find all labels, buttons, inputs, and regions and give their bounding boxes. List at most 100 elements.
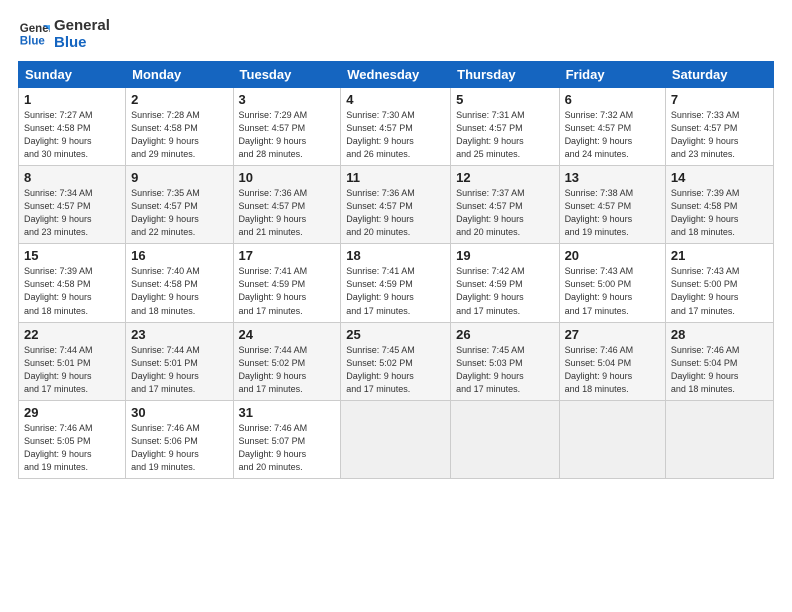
day-info: Sunrise: 7:35 AM Sunset: 4:57 PM Dayligh…: [131, 187, 227, 239]
day-info: Sunrise: 7:27 AM Sunset: 4:58 PM Dayligh…: [24, 109, 120, 161]
logo-general: General: [54, 18, 110, 35]
day-info: Sunrise: 7:31 AM Sunset: 4:57 PM Dayligh…: [456, 109, 553, 161]
day-number: 5: [456, 92, 553, 107]
calendar-cell: 15Sunrise: 7:39 AM Sunset: 4:58 PM Dayli…: [19, 244, 126, 322]
calendar-week-2: 8 Sunrise: 7:34 AM Sunset: 4:57 PM Daylig…: [19, 166, 774, 244]
calendar-cell: 29 Sunrise: 7:46 AM Sunset: 5:05 PM Dayli…: [19, 400, 126, 478]
calendar-table: SundayMondayTuesdayWednesdayThursdayFrid…: [18, 61, 774, 479]
day-number: 25: [346, 327, 445, 342]
day-number: 21: [671, 248, 768, 263]
day-number: 12: [456, 170, 553, 185]
calendar-week-4: 22 Sunrise: 7:44 AM Sunset: 5:01 PM Dayli…: [19, 322, 774, 400]
day-info: Sunrise: 7:41 AM Sunset: 4:59 PM Dayligh…: [239, 265, 336, 317]
day-info: Sunrise: 7:30 AM Sunset: 4:57 PM Dayligh…: [346, 109, 445, 161]
day-info: Sunrise: 7:43 AM Sunset: 5:00 PM Dayligh…: [565, 265, 660, 317]
calendar-cell: 24 Sunrise: 7:44 AM Sunset: 5:02 PM Dayli…: [233, 322, 341, 400]
day-info: Sunrise: 7:41 AM Sunset: 4:59 PM Dayligh…: [346, 265, 445, 317]
calendar-cell: 17Sunrise: 7:41 AM Sunset: 4:59 PM Dayli…: [233, 244, 341, 322]
calendar-cell: 31 Sunrise: 7:46 AM Sunset: 5:07 PM Dayli…: [233, 400, 341, 478]
calendar-cell: 20 Sunrise: 7:43 AM Sunset: 5:00 PM Dayli…: [559, 244, 665, 322]
calendar-cell: 23 Sunrise: 7:44 AM Sunset: 5:01 PM Dayli…: [126, 322, 233, 400]
col-header-monday: Monday: [126, 62, 233, 88]
calendar-cell: 16Sunrise: 7:40 AM Sunset: 4:58 PM Dayli…: [126, 244, 233, 322]
day-info: Sunrise: 7:37 AM Sunset: 4:57 PM Dayligh…: [456, 187, 553, 239]
day-number: 28: [671, 327, 768, 342]
day-number: 19: [456, 248, 553, 263]
calendar-cell: 3 Sunrise: 7:29 AM Sunset: 4:57 PM Daylig…: [233, 88, 341, 166]
col-header-wednesday: Wednesday: [341, 62, 451, 88]
day-info: Sunrise: 7:43 AM Sunset: 5:00 PM Dayligh…: [671, 265, 768, 317]
day-info: Sunrise: 7:46 AM Sunset: 5:04 PM Dayligh…: [565, 344, 660, 396]
calendar-cell: [341, 400, 451, 478]
calendar-cell: 10 Sunrise: 7:36 AM Sunset: 4:57 PM Dayli…: [233, 166, 341, 244]
day-number: 30: [131, 405, 227, 420]
calendar-cell: 8 Sunrise: 7:34 AM Sunset: 4:57 PM Daylig…: [19, 166, 126, 244]
day-info: Sunrise: 7:32 AM Sunset: 4:57 PM Dayligh…: [565, 109, 660, 161]
calendar-week-1: 1 Sunrise: 7:27 AM Sunset: 4:58 PM Daylig…: [19, 88, 774, 166]
calendar-cell: 13Sunrise: 7:38 AM Sunset: 4:57 PM Dayli…: [559, 166, 665, 244]
col-header-thursday: Thursday: [451, 62, 559, 88]
day-number: 4: [346, 92, 445, 107]
day-number: 10: [239, 170, 336, 185]
day-number: 11: [346, 170, 445, 185]
day-number: 2: [131, 92, 227, 107]
calendar-week-3: 15Sunrise: 7:39 AM Sunset: 4:58 PM Dayli…: [19, 244, 774, 322]
calendar-cell: 4 Sunrise: 7:30 AM Sunset: 4:57 PM Daylig…: [341, 88, 451, 166]
day-info: Sunrise: 7:28 AM Sunset: 4:58 PM Dayligh…: [131, 109, 227, 161]
day-number: 15: [24, 248, 120, 263]
calendar-cell: 21 Sunrise: 7:43 AM Sunset: 5:00 PM Dayli…: [665, 244, 773, 322]
day-number: 22: [24, 327, 120, 342]
calendar-cell: 19 Sunrise: 7:42 AM Sunset: 4:59 PM Dayli…: [451, 244, 559, 322]
calendar-cell: 6 Sunrise: 7:32 AM Sunset: 4:57 PM Daylig…: [559, 88, 665, 166]
day-number: 1: [24, 92, 120, 107]
day-number: 27: [565, 327, 660, 342]
day-info: Sunrise: 7:29 AM Sunset: 4:57 PM Dayligh…: [239, 109, 336, 161]
calendar-cell: 9 Sunrise: 7:35 AM Sunset: 4:57 PM Daylig…: [126, 166, 233, 244]
calendar-cell: 1 Sunrise: 7:27 AM Sunset: 4:58 PM Daylig…: [19, 88, 126, 166]
day-number: 20: [565, 248, 660, 263]
calendar-header-row: SundayMondayTuesdayWednesdayThursdayFrid…: [19, 62, 774, 88]
calendar-cell: [559, 400, 665, 478]
calendar-cell: 18 Sunrise: 7:41 AM Sunset: 4:59 PM Dayli…: [341, 244, 451, 322]
day-number: 16: [131, 248, 227, 263]
day-number: 8: [24, 170, 120, 185]
calendar-cell: 28 Sunrise: 7:46 AM Sunset: 5:04 PM Dayli…: [665, 322, 773, 400]
col-header-tuesday: Tuesday: [233, 62, 341, 88]
day-number: 18: [346, 248, 445, 263]
calendar-cell: 2 Sunrise: 7:28 AM Sunset: 4:58 PM Daylig…: [126, 88, 233, 166]
page: General Blue General Blue SundayMondayTu…: [0, 0, 792, 612]
day-number: 9: [131, 170, 227, 185]
day-info: Sunrise: 7:34 AM Sunset: 4:57 PM Dayligh…: [24, 187, 120, 239]
day-info: Sunrise: 7:46 AM Sunset: 5:04 PM Dayligh…: [671, 344, 768, 396]
day-info: Sunrise: 7:46 AM Sunset: 5:07 PM Dayligh…: [239, 422, 336, 474]
logo-icon: General Blue: [18, 18, 50, 50]
calendar-cell: 12 Sunrise: 7:37 AM Sunset: 4:57 PM Dayli…: [451, 166, 559, 244]
day-info: Sunrise: 7:46 AM Sunset: 5:06 PM Dayligh…: [131, 422, 227, 474]
col-header-saturday: Saturday: [665, 62, 773, 88]
svg-text:Blue: Blue: [20, 35, 46, 47]
day-number: 3: [239, 92, 336, 107]
svg-text:General: General: [20, 23, 50, 35]
calendar-cell: 30 Sunrise: 7:46 AM Sunset: 5:06 PM Dayli…: [126, 400, 233, 478]
calendar-cell: 26Sunrise: 7:45 AM Sunset: 5:03 PM Dayli…: [451, 322, 559, 400]
day-info: Sunrise: 7:42 AM Sunset: 4:59 PM Dayligh…: [456, 265, 553, 317]
day-number: 24: [239, 327, 336, 342]
day-info: Sunrise: 7:38 AM Sunset: 4:57 PM Dayligh…: [565, 187, 660, 239]
calendar-week-5: 29 Sunrise: 7:46 AM Sunset: 5:05 PM Dayli…: [19, 400, 774, 478]
day-number: 6: [565, 92, 660, 107]
day-number: 23: [131, 327, 227, 342]
logo-blue: Blue: [54, 35, 110, 52]
day-info: Sunrise: 7:33 AM Sunset: 4:57 PM Dayligh…: [671, 109, 768, 161]
header: General Blue General Blue: [18, 16, 774, 51]
day-info: Sunrise: 7:44 AM Sunset: 5:01 PM Dayligh…: [131, 344, 227, 396]
day-info: Sunrise: 7:36 AM Sunset: 4:57 PM Dayligh…: [239, 187, 336, 239]
calendar-cell: 7 Sunrise: 7:33 AM Sunset: 4:57 PM Daylig…: [665, 88, 773, 166]
day-number: 31: [239, 405, 336, 420]
day-info: Sunrise: 7:44 AM Sunset: 5:02 PM Dayligh…: [239, 344, 336, 396]
day-number: 7: [671, 92, 768, 107]
calendar-cell: 25Sunrise: 7:45 AM Sunset: 5:02 PM Dayli…: [341, 322, 451, 400]
calendar-cell: 11Sunrise: 7:36 AM Sunset: 4:57 PM Dayli…: [341, 166, 451, 244]
day-info: Sunrise: 7:46 AM Sunset: 5:05 PM Dayligh…: [24, 422, 120, 474]
day-number: 29: [24, 405, 120, 420]
logo: General Blue General Blue: [18, 16, 110, 51]
